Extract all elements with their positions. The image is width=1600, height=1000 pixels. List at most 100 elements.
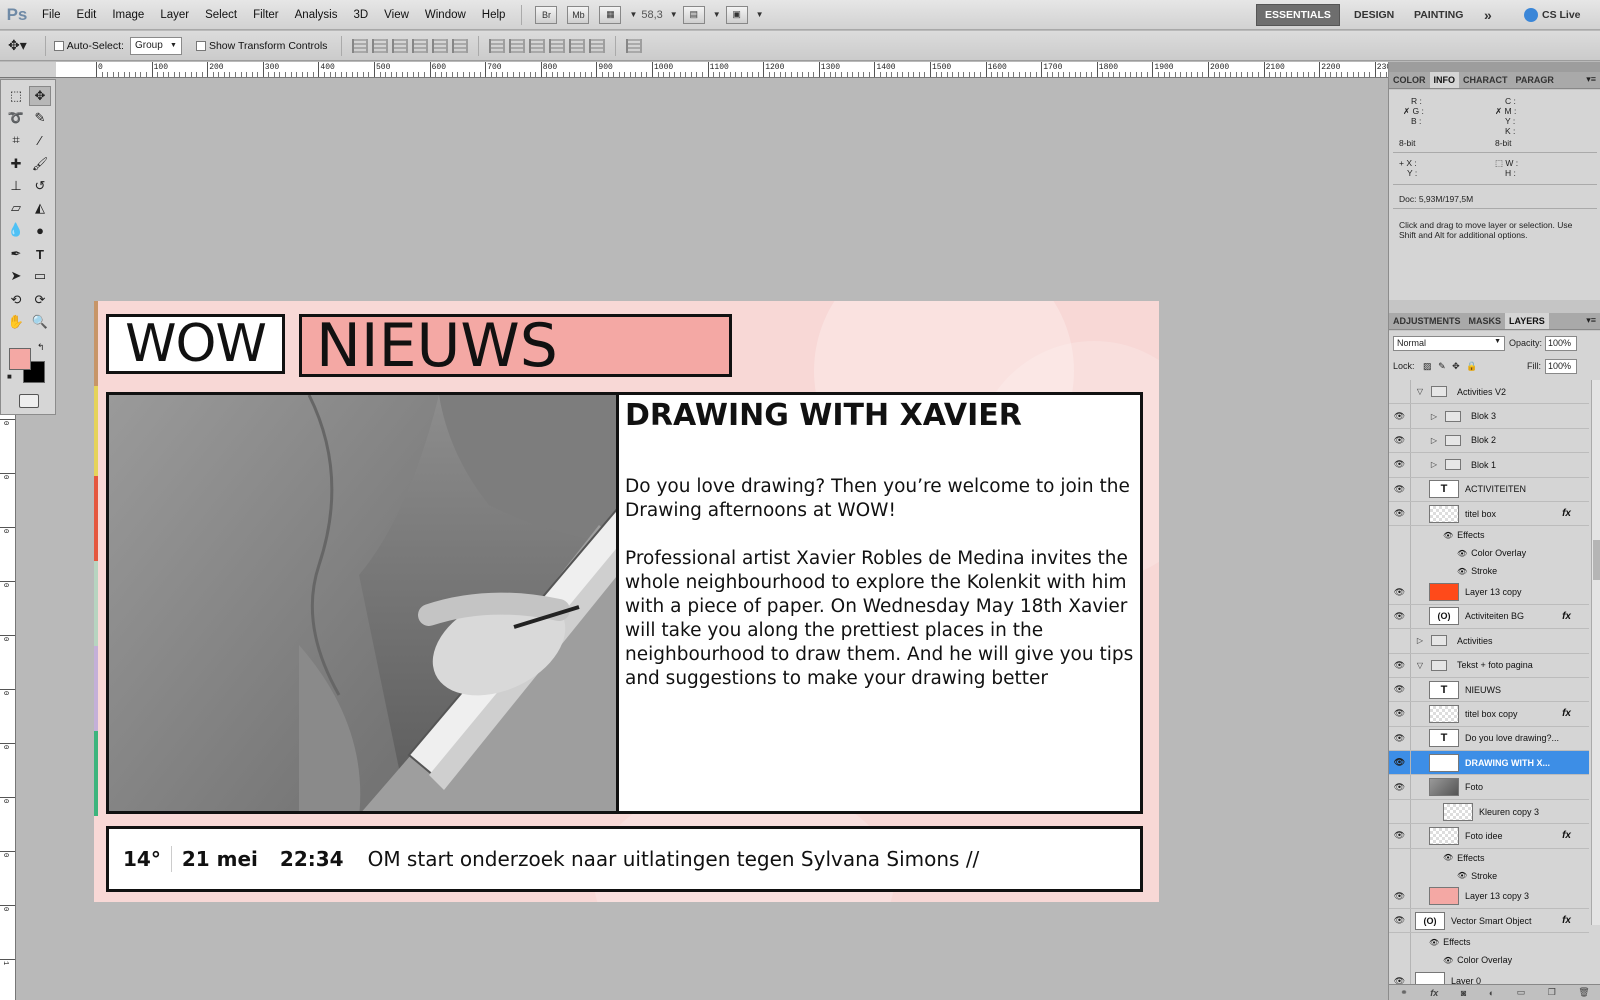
show-transform-controls-checkbox[interactable]: Show Transform Controls [195,40,327,52]
fill-input[interactable]: 100% [1545,359,1577,374]
layer-effect-row[interactable]: 👁 Effects [1389,526,1589,545]
layer-effects-icon[interactable]: fx [1562,830,1571,841]
layer-effect-row[interactable]: 👁 Color Overlay [1389,544,1589,563]
layer-group[interactable]: ▽ Activities V2 [1389,380,1589,405]
layer-effect-row[interactable]: 👁 Effects [1389,848,1589,867]
menu-view[interactable]: View [376,9,417,21]
quick-mask-button[interactable] [19,394,39,408]
expand-triangle-closed-icon[interactable]: ▷ [1429,436,1439,445]
tab-layers[interactable]: LAYERS [1505,313,1549,329]
visibility-eye-icon[interactable] [1389,951,1411,970]
brush-tool-icon[interactable]: 🖌 [29,154,51,174]
visibility-eye-icon[interactable] [1389,933,1411,952]
visibility-eye-icon[interactable]: 👁 [1389,453,1411,477]
distribute-hcenter-icon[interactable] [569,38,586,53]
chevron-down-icon[interactable]: ▼ [713,10,721,19]
visibility-eye-icon[interactable]: 👁 [1389,428,1411,453]
layer-effect-row[interactable]: 👁 Effects [1389,933,1589,952]
tab-masks[interactable]: MASKS [1465,313,1506,329]
tab-paragr[interactable]: PARAGR [1512,72,1558,88]
auto-select-dropdown[interactable]: Group ▼ [129,36,182,55]
eraser-tool-icon[interactable]: ▱ [5,198,27,218]
bridge-icon[interactable]: Br [535,5,558,24]
visibility-eye-icon[interactable]: 👁 [1389,884,1411,909]
layer-row[interactable]: 👁 Foto idee fx [1389,824,1589,849]
move-tool-icon[interactable]: ✥ [29,86,51,106]
layer-row[interactable]: 👁 Layer 13 copy 3 [1389,884,1589,910]
add-mask-icon[interactable]: ◙ [1461,988,1466,998]
crop-tool-icon[interactable]: ⌗ [5,130,27,150]
workspace-essentials[interactable]: ESSENTIALS [1256,4,1340,26]
effect-eye-icon[interactable]: 👁 [1457,871,1467,880]
distribute-center-icon[interactable] [509,38,526,53]
clone-stamp-tool-icon[interactable]: ⊥ [5,176,27,196]
align-left-icon[interactable] [412,38,429,53]
panel-menu-icon[interactable]: ▾≡ [1586,315,1596,326]
layer-group[interactable]: ▷ Activities [1389,629,1589,654]
align-top-icon[interactable] [352,38,369,53]
spot-healing-tool-icon[interactable]: ✚ [5,154,27,174]
dodge-tool-icon[interactable]: ● [29,220,51,240]
arrange-documents-icon[interactable]: ▤ [682,5,705,24]
visibility-eye-icon[interactable]: 👁 [1389,404,1411,428]
chevron-down-icon[interactable]: ▼ [670,10,678,19]
visibility-eye-icon[interactable]: 👁 [1389,751,1411,775]
panel-menu-icon[interactable]: ▾≡ [1586,74,1596,85]
menu-filter[interactable]: Filter [245,9,287,21]
menu-layer[interactable]: Layer [152,9,197,21]
layer-row[interactable]: 👁 (O) Activiteiten BG fx [1389,604,1589,630]
screen-mode-icon[interactable]: ▣ [725,5,748,24]
visibility-eye-icon[interactable] [1389,380,1411,404]
layer-row[interactable]: 👁 titel box copy fx [1389,702,1589,727]
tab-info[interactable]: INFO [1429,72,1459,88]
layer-row[interactable]: 👁 Layer 13 copy [1389,580,1589,605]
effects-eye-icon[interactable]: 👁 [1443,531,1453,540]
layers-scrollbar-thumb[interactable] [1593,540,1600,580]
layers-scrollbar[interactable] [1591,380,1600,925]
hand-tool-icon[interactable]: ✋ [5,312,27,332]
lasso-tool-icon[interactable]: ➰ [5,108,27,128]
align-bottom-icon[interactable] [392,38,409,53]
layer-row[interactable]: 👁 (O) Vector Smart Object fx [1389,909,1589,934]
cs-live-button[interactable]: CS Live [1516,4,1589,26]
rectangle-tool-icon[interactable]: ▭ [29,266,51,286]
visibility-eye-icon[interactable]: 👁 [1389,824,1411,848]
expand-triangle-closed-icon[interactable]: ▷ [1429,460,1439,469]
effect-eye-icon[interactable]: 👁 [1457,549,1467,558]
menu-select[interactable]: Select [197,9,245,21]
visibility-eye-icon[interactable]: 👁 [1389,677,1411,702]
layer-effect-row[interactable]: 👁 Stroke [1389,866,1589,885]
pen-tool-icon[interactable]: ✒ [5,244,27,264]
layer-group[interactable]: 👁 ▽ Tekst + foto pagina [1389,653,1589,678]
visibility-eye-icon[interactable]: 👁 [1389,702,1411,726]
effects-eye-icon[interactable]: 👁 [1443,853,1453,862]
menu-help[interactable]: Help [474,9,514,21]
layer-row[interactable]: 👁 Foto [1389,775,1589,800]
lock-transparent-icon[interactable]: ▨ [1423,361,1432,371]
tab-charact[interactable]: CHARACT [1459,72,1512,88]
eyedropper-tool-icon[interactable]: ⁄ [29,130,51,150]
auto-align-layers-icon[interactable] [626,38,643,53]
layer-effects-icon[interactable]: fx [1562,708,1571,719]
type-tool-icon[interactable]: T [29,244,51,264]
layer-effects-icon[interactable]: fx [1562,611,1571,622]
align-horizontal-center-icon[interactable] [432,38,449,53]
vertical-ruler[interactable]: 000000000011 [0,415,16,1000]
paint-bucket-tool-icon[interactable]: ◭ [29,198,51,218]
expand-triangle-closed-icon[interactable]: ▷ [1415,636,1425,645]
quick-selection-tool-icon[interactable]: ✎ [29,108,51,128]
swap-colors-icon[interactable]: ↰ [37,342,45,353]
zoom-level[interactable]: 58,3 [637,9,666,21]
menu-image[interactable]: Image [104,9,152,21]
visibility-eye-icon[interactable]: 👁 [1389,604,1411,629]
distribute-bottom-icon[interactable] [529,38,546,53]
visibility-eye-icon[interactable]: 👁 [1389,775,1411,799]
visibility-eye-icon[interactable]: 👁 [1389,726,1411,751]
layer-effect-row[interactable]: 👁 Color Overlay [1389,951,1589,970]
menu-3d[interactable]: 3D [345,9,376,21]
new-layer-icon[interactable]: ❐ [1548,987,1556,998]
layer-row[interactable]: Kleuren copy 3 [1389,799,1589,825]
document-canvas[interactable]: WOW NIEUWS DRAWING WITH XAVIER Do you lo… [94,301,1159,902]
ruler-corner[interactable] [0,62,56,78]
expand-triangle-closed-icon[interactable]: ▷ [1429,412,1439,421]
